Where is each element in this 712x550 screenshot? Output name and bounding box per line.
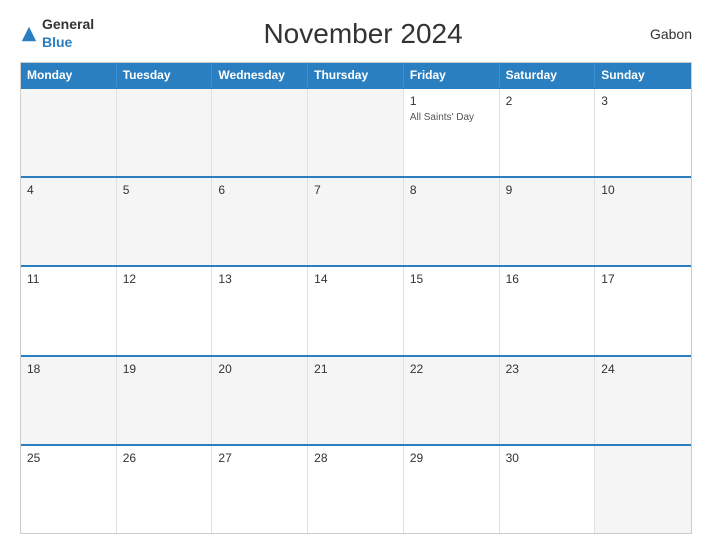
day-cell bbox=[21, 89, 117, 176]
week-row-2: 456789 10 bbox=[21, 176, 691, 265]
day-cell: 19 bbox=[117, 357, 213, 444]
weeks-container: 1 All Saints' Day 23 456789 10 11 12 13 14 15 16 17… bbox=[21, 87, 691, 533]
day-cell: 28 bbox=[308, 446, 404, 533]
day-event: All Saints' Day bbox=[410, 112, 493, 123]
day-number: 26 bbox=[123, 451, 206, 465]
logo-icon bbox=[20, 25, 38, 43]
day-number: 11 bbox=[27, 272, 110, 286]
day-number: 1 bbox=[410, 94, 493, 108]
day-cell bbox=[117, 89, 213, 176]
day-cell: 12 bbox=[117, 267, 213, 354]
week-row-1: 1 All Saints' Day 23 bbox=[21, 87, 691, 176]
logo: General Blue bbox=[20, 16, 94, 52]
day-cell: 21 bbox=[308, 357, 404, 444]
day-cell: 18 bbox=[21, 357, 117, 444]
logo-general: General bbox=[42, 16, 94, 32]
day-cell: 10 bbox=[595, 178, 691, 265]
day-number: 20 bbox=[218, 362, 301, 376]
logo-blue-text: Blue bbox=[42, 34, 72, 50]
day-cell: 3 bbox=[595, 89, 691, 176]
day-cell: 23 bbox=[500, 357, 596, 444]
day-cell: 9 bbox=[500, 178, 596, 265]
day-header-sunday: Sunday bbox=[595, 63, 691, 87]
day-number: 29 bbox=[410, 451, 493, 465]
day-cell: 24 bbox=[595, 357, 691, 444]
logo-text: General Blue bbox=[42, 16, 94, 52]
day-cell: 20 bbox=[212, 357, 308, 444]
country-label: Gabon bbox=[632, 26, 692, 42]
day-cell: 16 bbox=[500, 267, 596, 354]
calendar-grid: MondayTuesdayWednesdayThursdayFridaySatu… bbox=[20, 62, 692, 534]
day-number: 7 bbox=[314, 183, 397, 197]
day-number: 19 bbox=[123, 362, 206, 376]
day-number: 12 bbox=[123, 272, 206, 286]
day-number: 30 bbox=[506, 451, 589, 465]
day-cell: 1 All Saints' Day bbox=[404, 89, 500, 176]
day-number: 17 bbox=[601, 272, 685, 286]
day-header-wednesday: Wednesday bbox=[212, 63, 308, 87]
day-cell bbox=[595, 446, 691, 533]
week-row-5: 25 26 27 28 29 30 bbox=[21, 444, 691, 533]
day-cell: 5 bbox=[117, 178, 213, 265]
day-cell bbox=[212, 89, 308, 176]
day-cell: 29 bbox=[404, 446, 500, 533]
day-cell: 6 bbox=[212, 178, 308, 265]
day-number: 13 bbox=[218, 272, 301, 286]
day-cell: 11 bbox=[21, 267, 117, 354]
day-cell: 8 bbox=[404, 178, 500, 265]
day-cell: 13 bbox=[212, 267, 308, 354]
day-cell: 15 bbox=[404, 267, 500, 354]
day-cell: 17 bbox=[595, 267, 691, 354]
day-cell: 27 bbox=[212, 446, 308, 533]
day-cell: 25 bbox=[21, 446, 117, 533]
day-cell: 22 bbox=[404, 357, 500, 444]
week-row-4: 18 19 20 21 22 23 24 bbox=[21, 355, 691, 444]
day-cell: 26 bbox=[117, 446, 213, 533]
day-header-friday: Friday bbox=[404, 63, 500, 87]
day-number: 24 bbox=[601, 362, 685, 376]
month-title: November 2024 bbox=[94, 18, 632, 50]
day-header-thursday: Thursday bbox=[308, 63, 404, 87]
day-number: 18 bbox=[27, 362, 110, 376]
day-cell: 14 bbox=[308, 267, 404, 354]
day-cell bbox=[308, 89, 404, 176]
day-number: 15 bbox=[410, 272, 493, 286]
day-number: 9 bbox=[506, 183, 589, 197]
day-cell: 7 bbox=[308, 178, 404, 265]
day-number: 27 bbox=[218, 451, 301, 465]
day-number: 6 bbox=[218, 183, 301, 197]
day-number: 16 bbox=[506, 272, 589, 286]
header: General Blue November 2024 Gabon bbox=[20, 16, 692, 52]
day-header-tuesday: Tuesday bbox=[117, 63, 213, 87]
week-row-3: 11 12 13 14 15 16 17 bbox=[21, 265, 691, 354]
day-cell: 30 bbox=[500, 446, 596, 533]
day-cell: 2 bbox=[500, 89, 596, 176]
day-cell: 4 bbox=[21, 178, 117, 265]
day-number: 21 bbox=[314, 362, 397, 376]
day-number: 2 bbox=[506, 94, 589, 108]
day-number: 10 bbox=[601, 183, 685, 197]
day-number: 5 bbox=[123, 183, 206, 197]
day-number: 22 bbox=[410, 362, 493, 376]
day-number: 4 bbox=[27, 183, 110, 197]
day-number: 8 bbox=[410, 183, 493, 197]
calendar-page: General Blue November 2024 Gabon MondayT… bbox=[0, 0, 712, 550]
day-header-saturday: Saturday bbox=[500, 63, 596, 87]
day-number: 25 bbox=[27, 451, 110, 465]
day-number: 23 bbox=[506, 362, 589, 376]
day-number: 14 bbox=[314, 272, 397, 286]
day-header-monday: Monday bbox=[21, 63, 117, 87]
day-headers: MondayTuesdayWednesdayThursdayFridaySatu… bbox=[21, 63, 691, 87]
day-number: 28 bbox=[314, 451, 397, 465]
day-number: 3 bbox=[601, 94, 685, 108]
